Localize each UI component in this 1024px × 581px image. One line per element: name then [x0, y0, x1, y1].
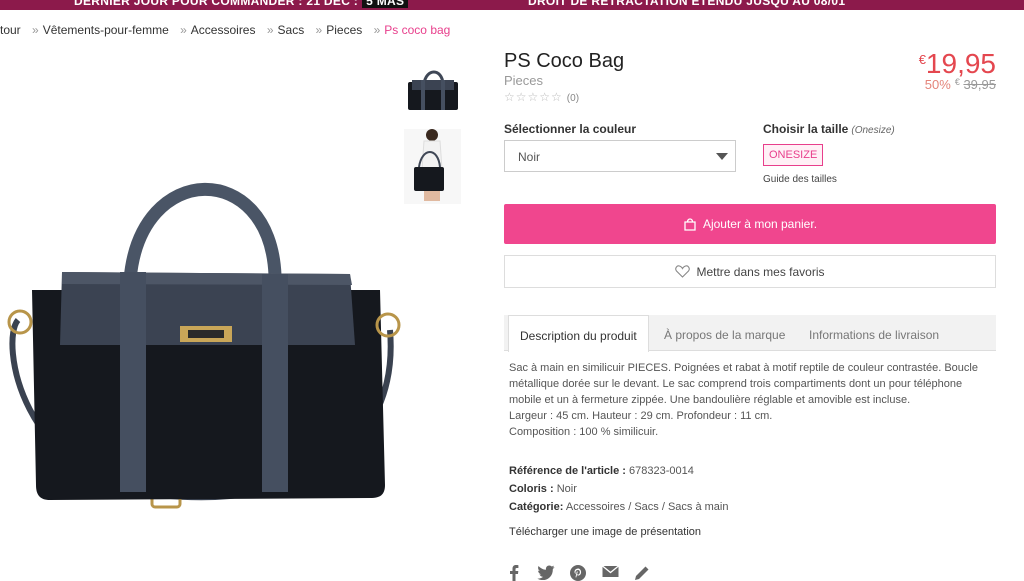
size-sub-label: (Onesize): [851, 125, 895, 136]
chevron-down-icon: [716, 153, 728, 160]
breadcrumb-separator: »: [373, 23, 381, 37]
promo-return-policy: DROIT DE RÉTRACTATION ÉTENDU JUSQU'AU 08…: [528, 0, 846, 8]
article-category: Catégorie: Accessoires / Sacs / Sacs à m…: [509, 501, 989, 513]
size-guide-link[interactable]: Guide des tailles: [763, 174, 837, 185]
breadcrumb-separator: »: [266, 23, 274, 37]
breadcrumb: tour » Vêtements-pour-femme » Accessoires …: [0, 23, 450, 37]
breadcrumb-link-accessories[interactable]: Accessoires: [191, 23, 256, 37]
description-text: Sac à main en similicuir PIECES. Poignée…: [509, 362, 978, 406]
discount-percent: 50%: [924, 77, 951, 92]
old-price-currency: €: [954, 77, 960, 87]
thumbnail-bag-image: [408, 70, 458, 110]
breadcrumb-current: Ps coco bag: [384, 23, 451, 37]
discount-info: 50% € 39,95: [925, 77, 996, 92]
size-option-onesize[interactable]: ONESIZE: [763, 144, 824, 166]
download-image-link[interactable]: Télécharger une image de présentation: [509, 526, 701, 538]
tab-delivery-info[interactable]: Informations de livraison: [809, 315, 939, 351]
main-product-image[interactable]: [0, 150, 410, 520]
article-color-value: Noir: [556, 483, 577, 495]
description-composition: Composition : 100 % similicuir.: [509, 426, 659, 438]
breadcrumb-link-pieces[interactable]: Pieces: [326, 23, 362, 37]
breadcrumb-separator: »: [180, 23, 187, 37]
description-dimensions: Largeur : 45 cm. Hauteur : 29 cm. Profon…: [509, 410, 773, 422]
price-currency: €: [918, 52, 926, 67]
breadcrumb-link-bags[interactable]: Sacs: [278, 23, 305, 37]
article-color: Coloris : Noir: [509, 483, 989, 495]
product-title: PS Coco Bag: [504, 50, 625, 72]
thumbnail-bag[interactable]: [404, 51, 461, 126]
breadcrumb-separator: »: [315, 23, 323, 37]
tab-description[interactable]: Description du produit: [508, 315, 649, 352]
star-icons: ☆☆☆☆☆: [504, 90, 563, 104]
old-price: 39,95: [963, 77, 996, 92]
add-to-cart-label: Ajouter à mon panier.: [702, 217, 818, 231]
rating-stars[interactable]: ☆☆☆☆☆ (0): [504, 90, 579, 104]
product-brand[interactable]: Pieces: [504, 73, 543, 88]
current-price: €19,95: [919, 48, 996, 80]
heart-icon: [675, 265, 691, 278]
review-count: (0): [566, 93, 580, 104]
add-to-cart-button[interactable]: Ajouter à mon panier.: [504, 204, 996, 244]
article-reference-value: 678323-0014: [629, 465, 694, 477]
price-value: 19,95: [925, 48, 996, 79]
article-reference: Référence de l'article : 678323-0014: [509, 465, 989, 477]
promo-deadline: DERNIER JOUR POUR COMMANDER : 21 DÉC :5 …: [74, 0, 409, 8]
email-icon[interactable]: [601, 565, 619, 581]
thumbnail-model-image: [414, 129, 444, 201]
pencil-icon[interactable]: [633, 565, 651, 581]
breadcrumb-link-retour[interactable]: tour: [0, 23, 21, 37]
promo-badge: 5 MAS: [362, 0, 409, 8]
color-select-value: Noir: [518, 150, 541, 164]
product-description: Sac à main en similicuir PIECES. Poignée…: [509, 360, 989, 440]
article-category-label: Catégorie:: [509, 501, 564, 513]
color-label: Sélectionner la couleur: [504, 122, 637, 136]
product-tabs: Description du produit À propos de la ma…: [504, 315, 996, 352]
twitter-icon[interactable]: [537, 565, 555, 581]
breadcrumb-separator: »: [32, 23, 39, 37]
article-category-value: Accessoires / Sacs / Sacs à main: [565, 501, 729, 513]
pinterest-icon[interactable]: [569, 565, 587, 581]
facebook-icon[interactable]: [505, 565, 523, 581]
promo-banner: DERNIER JOUR POUR COMMANDER : 21 DÉC :5 …: [0, 0, 1024, 10]
color-select[interactable]: Noir: [504, 140, 736, 172]
article-reference-label: Référence de l'article :: [509, 465, 626, 477]
thumbnail-model[interactable]: [404, 129, 461, 204]
handbag-illustration: [7, 182, 401, 509]
article-color-label: Coloris :: [509, 483, 554, 495]
breadcrumb-link-women-clothing[interactable]: Vêtements-pour-femme: [43, 23, 169, 37]
tab-about-brand[interactable]: À propos de la marque: [664, 315, 785, 351]
add-to-favorites-button[interactable]: Mettre dans mes favoris: [504, 255, 996, 288]
social-share-bar: [505, 565, 651, 581]
shopping-bag-icon: [684, 218, 696, 231]
size-label: Choisir la taille (Onesize): [763, 122, 895, 136]
add-to-favorites-label: Mettre dans mes favoris: [696, 264, 825, 279]
